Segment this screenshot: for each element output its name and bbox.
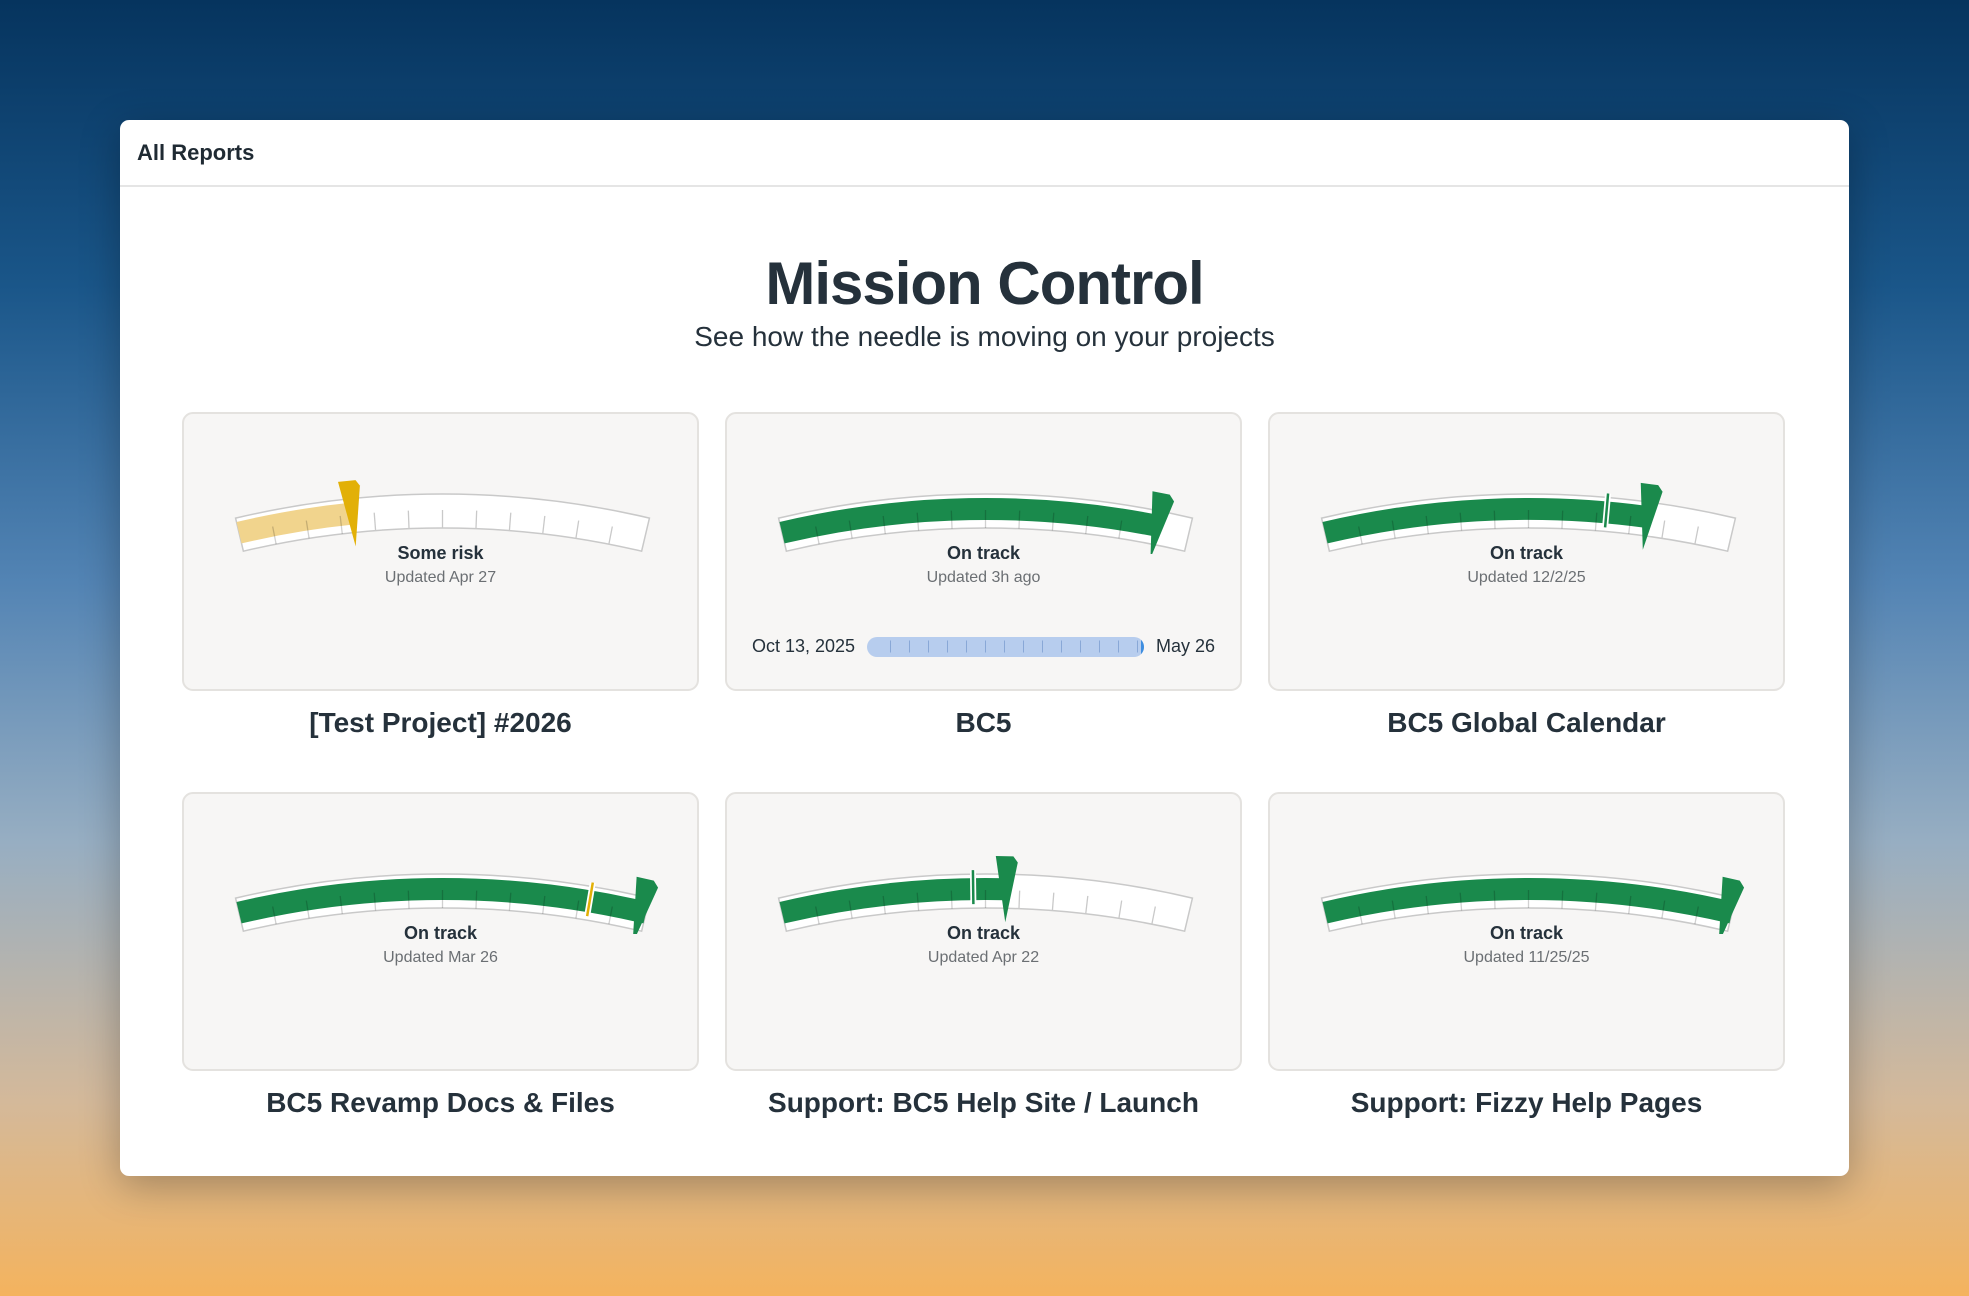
status-label: On track: [946, 923, 1021, 943]
project-card[interactable]: Some risk Updated Apr 27 [Test Project] …: [182, 412, 699, 740]
project-title[interactable]: Support: BC5 Help Site / Launch: [725, 1086, 1242, 1120]
updated-label: Updated 11/25/25: [1463, 949, 1590, 966]
gauge-card[interactable]: On track Updated 11/25/25: [1268, 792, 1785, 1071]
gauge-card[interactable]: On track Updated Mar 26: [182, 792, 699, 1071]
needle-gauge: [1320, 482, 1737, 553]
timeline-marker: [867, 636, 1144, 657]
gauge-card[interactable]: Some risk Updated Apr 27: [182, 412, 699, 691]
project-card[interactable]: On track Updated 3h ago Oct 13, 2025 May…: [725, 412, 1242, 740]
status-label: On track: [403, 923, 478, 943]
gauge-tick: [407, 890, 410, 909]
project-title[interactable]: BC5: [725, 706, 1242, 740]
status-label: On track: [1489, 543, 1564, 563]
project-card[interactable]: On track Updated 12/2/25 BC5 Global Cale…: [1268, 412, 1785, 740]
project-card[interactable]: On track Updated Apr 22 Support: BC5 Hel…: [725, 792, 1242, 1120]
page-subtitle: See how the needle is moving on your pro…: [694, 321, 1275, 352]
updated-label: Updated 12/2/25: [1467, 569, 1586, 586]
gauge-tick: [475, 890, 478, 909]
needle-gauge: [1320, 873, 1745, 934]
projects-grid: Some risk Updated Apr 27 [Test Project] …: [182, 412, 1785, 1120]
gauge-tick: [1493, 890, 1496, 909]
needle-gauge: [777, 491, 1194, 554]
page-title: Mission Control: [765, 250, 1204, 317]
timeline-bar: [867, 636, 1144, 657]
updated-label: Updated Apr 27: [384, 569, 497, 586]
timeline-end-date: May 26: [1155, 636, 1215, 656]
updated-label: Updated Mar 26: [383, 949, 498, 966]
gauge-card[interactable]: On track Updated Apr 22: [725, 792, 1242, 1071]
gauge-card[interactable]: On track Updated 3h ago Oct 13, 2025 May…: [725, 412, 1242, 691]
project-title[interactable]: Support: Fizzy Help Pages: [1268, 1086, 1785, 1120]
timeline-start-date: Oct 13, 2025: [752, 636, 856, 656]
updated-label: Updated Apr 22: [927, 949, 1040, 966]
page-header: Mission Control See how the needle is mo…: [120, 251, 1849, 353]
needle-gauge: [234, 480, 651, 553]
status-label: On track: [1489, 923, 1564, 943]
project-title[interactable]: [Test Project] #2026: [182, 706, 699, 740]
updated-label: Updated 3h ago: [926, 569, 1041, 586]
gauge-tick: [1018, 890, 1021, 909]
gauge-card[interactable]: On track Updated 12/2/25: [1268, 412, 1785, 691]
project-timeline: Oct 13, 2025 May 26: [752, 636, 1215, 657]
status-label: Some risk: [397, 543, 484, 563]
all-reports-link[interactable]: All Reports: [137, 140, 254, 166]
gauge-tick: [950, 890, 953, 909]
gauge-tick: [1561, 890, 1564, 909]
project-title[interactable]: BC5 Global Calendar: [1268, 706, 1785, 740]
gauge-tick: [950, 510, 953, 529]
top-bar: All Reports: [120, 120, 1849, 187]
gauge-tick: [407, 510, 410, 529]
gauge-tick: [475, 510, 478, 529]
gauge-tick: [1561, 510, 1564, 529]
project-card[interactable]: On track Updated 11/25/25 Support: Fizzy…: [1268, 792, 1785, 1120]
needle-gauge: [777, 855, 1194, 933]
project-title[interactable]: BC5 Revamp Docs & Files: [182, 1086, 699, 1120]
needle-gauge: [234, 873, 659, 934]
gauge-tick: [1493, 510, 1496, 529]
project-card[interactable]: On track Updated Mar 26 BC5 Revamp Docs …: [182, 792, 699, 1120]
status-label: On track: [946, 543, 1021, 563]
gauge-tick: [1018, 510, 1021, 529]
reports-window: All Reports Mission Control See how the …: [120, 120, 1849, 1176]
